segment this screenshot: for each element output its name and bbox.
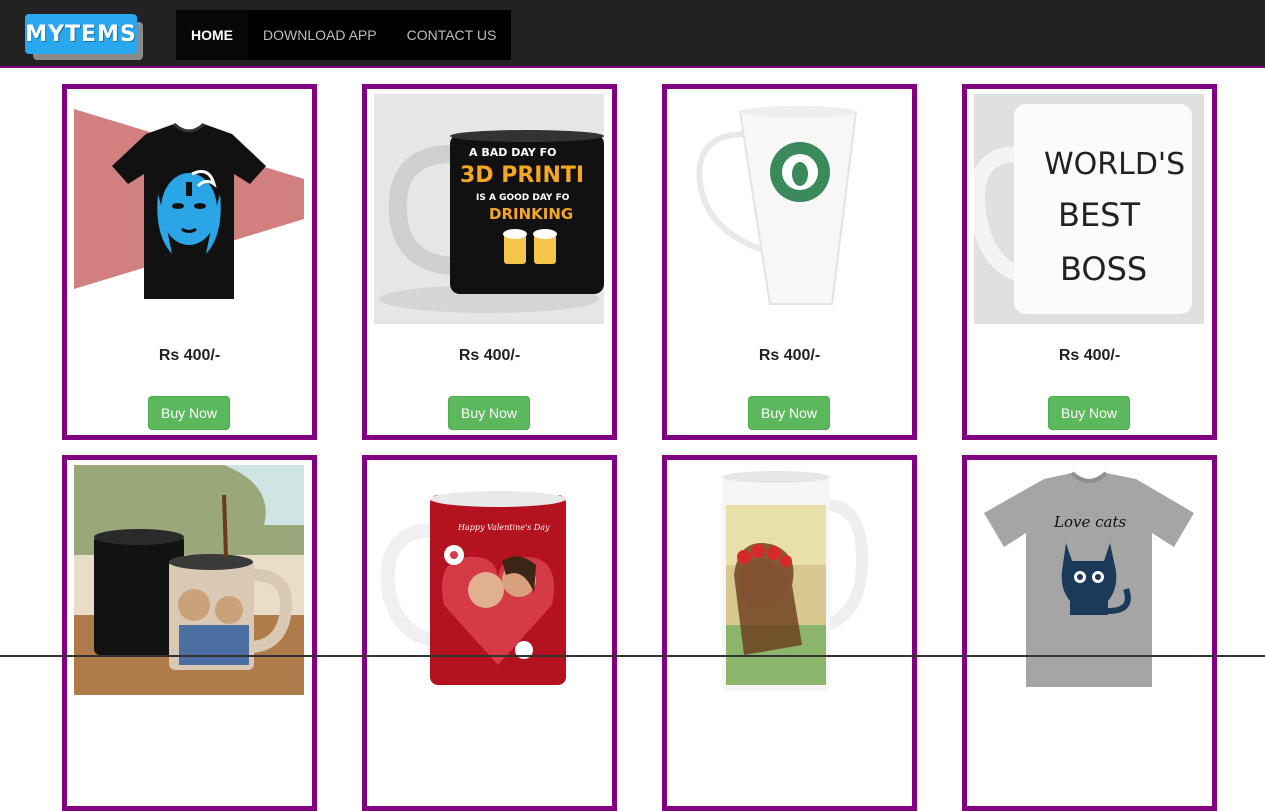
product-price: Rs 400/-	[1058, 347, 1121, 364]
nav-menu: HOME DOWNLOAD APP CONTACT US	[176, 10, 512, 60]
product-card: A BAD DAY FO 3D PRINTI IS A GOOD DAY FO …	[362, 84, 617, 440]
mug-script-text: Happy Valentine's Day	[457, 523, 550, 532]
product-price: Rs 400/-	[758, 347, 821, 364]
product-card: Happy Valentine's Day	[362, 455, 617, 811]
buy-now-button[interactable]: Buy Now	[148, 396, 230, 430]
product-card	[662, 455, 917, 811]
product-image-tshirt-love-cats[interactable]: Love cats	[974, 465, 1204, 695]
buy-now-button[interactable]: Buy Now	[448, 396, 530, 430]
product-price: Rs 400/-	[458, 347, 521, 364]
nav-home[interactable]: HOME	[176, 10, 248, 60]
product-card: Rs 400/- Buy Now	[662, 84, 917, 440]
product-image-mug-3d-printing[interactable]: A BAD DAY FO 3D PRINTI IS A GOOD DAY FO …	[374, 94, 604, 324]
product-image-magic-mug[interactable]	[74, 465, 304, 695]
product-card: WORLD'S BEST BOSS Rs 400/- Buy Now	[962, 84, 1217, 440]
mug-text-line3: IS A GOOD DAY FO	[476, 193, 570, 203]
product-image-tshirt-black[interactable]	[74, 94, 304, 324]
product-image-photo-mug-tall[interactable]	[674, 465, 904, 695]
logo-text: MYTEMS	[25, 21, 137, 47]
mug-text-best: BEST	[1058, 196, 1140, 234]
product-image-valentine-mug[interactable]: Happy Valentine's Day	[374, 465, 604, 695]
product-card: Rs 400/- Buy Now	[62, 84, 317, 440]
product-image-mug-best-boss[interactable]: WORLD'S BEST BOSS	[974, 94, 1204, 324]
product-image-latte-mug[interactable]	[674, 94, 904, 324]
mug-text-line2: 3D PRINTI	[460, 163, 584, 188]
mug-text-boss: BOSS	[1060, 250, 1147, 288]
mug-text-line4: DRINKING	[489, 205, 573, 223]
shirt-text: Love cats	[1053, 513, 1126, 531]
buy-now-button[interactable]: Buy Now	[748, 396, 830, 430]
navbar: MYTEMS HOME DOWNLOAD APP CONTACT US	[0, 0, 1265, 68]
mug-text-worlds: WORLD'S	[1044, 147, 1185, 182]
product-card: Love cats	[962, 455, 1217, 811]
product-price: Rs 400/-	[158, 347, 221, 364]
nav-download-app[interactable]: DOWNLOAD APP	[248, 10, 392, 60]
nav-contact-us[interactable]: CONTACT US	[392, 10, 512, 60]
brand-logo[interactable]: MYTEMS	[25, 14, 143, 60]
mug-text-line1: A BAD DAY FO	[469, 146, 556, 159]
buy-now-button[interactable]: Buy Now	[1048, 396, 1130, 430]
product-card	[62, 455, 317, 811]
